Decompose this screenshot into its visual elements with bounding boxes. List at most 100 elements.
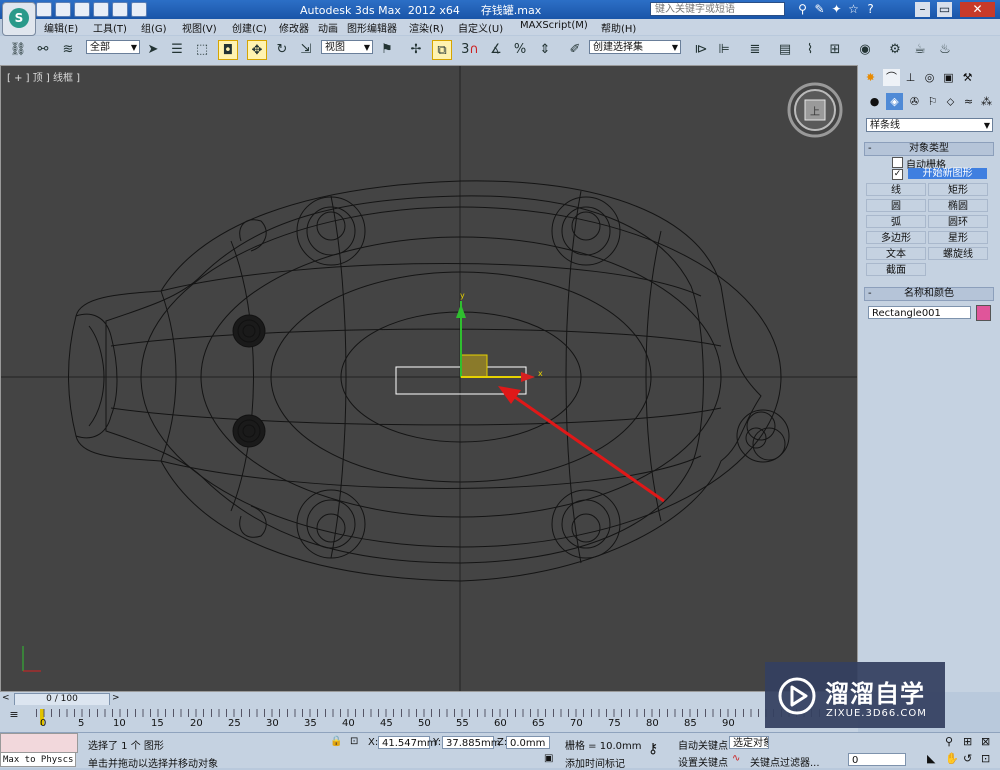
menu-create[interactable]: 创建(C) [232,20,267,35]
select-object-icon[interactable]: ➤ [143,40,163,60]
shape-button-rectangle[interactable]: 矩形 [928,183,988,196]
time-slider[interactable]: < 0 / 100 > [0,692,858,706]
material-editor-icon[interactable]: ◉ [855,40,875,60]
help-icon[interactable]: ? [863,2,878,17]
x-coordinate-input[interactable]: 41.547mm [378,736,436,749]
zoom-icon[interactable]: ⚲ [945,735,959,749]
create-tab-icon[interactable]: ✸ [862,69,879,86]
name-color-rollout-header[interactable]: - 名称和颜色 [864,287,994,301]
reference-coordinate-dropdown[interactable]: 视图 ▼ [321,40,373,54]
rectangular-selection-icon[interactable]: ⬚ [192,40,212,60]
new-file-icon[interactable] [36,2,52,17]
zoom-all-icon[interactable]: ⊞ [963,735,977,749]
close-button[interactable]: ✕ [960,2,995,17]
open-file-icon[interactable] [55,2,71,17]
select-and-scale-icon[interactable]: ⇲ [296,40,316,60]
menu-edit[interactable]: 编辑(E) [44,20,78,35]
key-set-dropdown[interactable]: 选定对象 [729,736,769,749]
help-search-input[interactable]: 键入关键字或短语 [650,2,785,16]
window-crossing-icon[interactable]: ◘ [218,40,238,60]
time-slider-next-icon[interactable]: > [112,693,122,704]
maximize-button[interactable]: ▭ [937,2,952,17]
maxscript-mini-listener-white[interactable]: Max to Physcs ( [0,752,76,767]
percent-snap-icon[interactable]: % [510,40,530,60]
auto-key-button[interactable]: 自动关键点 [678,737,728,752]
select-and-manipulate-icon[interactable]: ✢ [406,40,426,60]
time-tag-icon[interactable]: ▣ [544,753,556,765]
save-file-icon[interactable] [74,2,90,17]
shape-button-star[interactable]: 星形 [928,231,988,244]
select-and-link-icon[interactable]: ⛓ [8,40,28,60]
motion-tab-icon[interactable]: ◎ [921,69,938,86]
menu-views[interactable]: 视图(V) [182,20,217,35]
shape-button-line[interactable]: 线 [866,183,926,196]
menu-animation[interactable]: 动画 [318,20,338,35]
space-warps-icon[interactable]: ≈ [960,93,977,110]
redo-icon[interactable] [112,2,128,17]
menu-tools[interactable]: 工具(T) [93,20,127,35]
pan-view-icon[interactable]: ✋ [945,752,959,766]
bind-space-warp-icon[interactable]: ≋ [58,40,78,60]
viewport-top[interactable]: [ + ] 顶 ] 线框 ] y x 上 [0,65,858,692]
lights-icon[interactable]: ✇ [906,93,923,110]
display-tab-icon[interactable]: ▣ [940,69,957,86]
menu-group[interactable]: 组(G) [141,20,167,35]
communication-icon[interactable]: ✦ [829,2,844,17]
select-and-rotate-icon[interactable]: ↻ [272,40,292,60]
curve-icon[interactable]: ∿ [732,753,746,765]
shape-button-circle[interactable]: 圆 [866,199,926,212]
spinner-snap-icon[interactable]: ⇕ [535,40,555,60]
menu-graph-editors[interactable]: 图形编辑器 [347,20,397,35]
orbit-icon[interactable]: ↺ [963,752,977,766]
align-icon[interactable]: ⊫ [714,40,734,60]
add-time-tag-button[interactable]: 添加时间标记 [565,755,625,770]
shape-category-dropdown[interactable]: 样条线 ▼ [866,118,993,132]
start-new-shape-button[interactable]: 开始新图形 [908,168,987,179]
shapes-icon[interactable]: ◈ [886,93,903,110]
zoom-extents-icon[interactable]: ⊠ [981,735,995,749]
mirror-icon[interactable]: ⧐ [691,40,711,60]
rendered-frame-window-icon[interactable]: ☕ [910,40,930,60]
select-by-name-icon[interactable]: ☰ [167,40,187,60]
application-button[interactable]: S [2,2,36,36]
menu-modifiers[interactable]: 修改器 [279,20,309,35]
absolute-mode-icon[interactable]: ⊡ [350,736,362,748]
mini-curve-editor-icon[interactable]: ≡ [4,708,24,722]
snaps-toggle-icon[interactable]: 3∩ [460,40,480,60]
systems-icon[interactable]: ⁂ [978,93,995,110]
hierarchy-tab-icon[interactable]: ⊥ [902,69,919,86]
selection-filter-dropdown[interactable]: 全部 ▼ [86,40,140,54]
minimize-button[interactable]: – [915,2,930,17]
object-color-swatch[interactable] [976,305,991,321]
field-of-view-icon[interactable]: ◣ [927,752,941,766]
maximize-viewport-icon[interactable]: ⊡ [981,752,995,766]
shape-button-donut[interactable]: 圆环 [928,215,988,228]
shape-button-text[interactable]: 文本 [866,247,926,260]
menu-rendering[interactable]: 渲染(R) [409,20,444,35]
current-frame-input[interactable]: 0 [848,753,906,766]
edit-named-selection-icon[interactable]: ✐ [565,40,585,60]
select-and-move-icon[interactable]: ✥ [247,40,267,60]
shape-button-ellipse[interactable]: 椭圆 [928,199,988,212]
helpers-icon[interactable]: ⬦ [942,93,959,110]
menu-customize[interactable]: 自定义(U) [458,20,503,35]
maxscript-mini-listener-pink[interactable] [0,733,78,753]
menu-help[interactable]: 帮助(H) [601,20,636,35]
curve-editor-icon[interactable]: ⌇ [800,40,820,60]
z-coordinate-input[interactable]: 0.0mm [506,736,550,749]
render-setup-icon[interactable]: ⚙ [885,40,905,60]
object-name-input[interactable]: Rectangle001 [868,306,971,319]
render-production-icon[interactable]: ♨ [935,40,955,60]
schematic-view-icon[interactable]: ⊞ [825,40,845,60]
time-slider-prev-icon[interactable]: < [2,693,12,704]
menu-maxscript[interactable]: MAXScript(M) [520,20,588,31]
key-mode-icon[interactable]: ⚷ [648,741,670,757]
shape-button-ngon[interactable]: 多边形 [866,231,926,244]
named-selection-sets-dropdown[interactable]: 创建选择集 ▼ [589,40,681,54]
star-icon[interactable]: ☆ [846,2,861,17]
keyboard-shortcut-override-icon[interactable]: ⧉ [432,40,452,60]
graphite-ribbon-icon[interactable]: ▤ [775,40,795,60]
selection-lock-icon[interactable]: 🔒 [330,736,342,748]
start-new-shape-checkbox[interactable]: ✓ [892,169,903,180]
shape-button-section[interactable]: 截面 [866,263,926,276]
